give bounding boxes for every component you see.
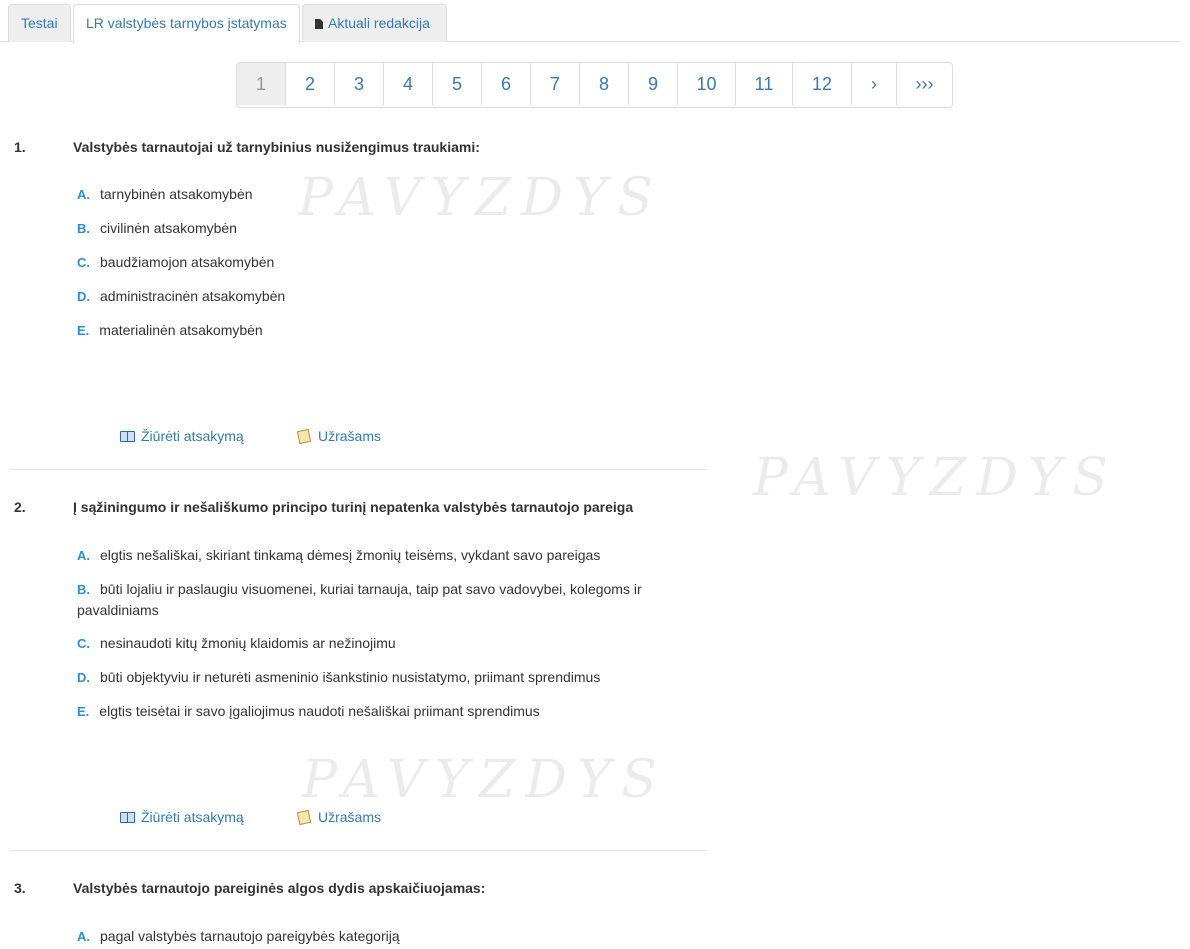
answer-option-a[interactable]: A. tarnybinėn atsakomybėn: [77, 184, 677, 205]
view-answer-link[interactable]: Žiūrėti atsakymą: [120, 428, 244, 444]
answer-option-c[interactable]: C. nesinaudoti kitų žmonių klaidomis ar n…: [77, 633, 677, 654]
tab-label: Aktuali redakcija: [328, 15, 430, 31]
divider: [10, 850, 707, 851]
answer-option-b[interactable]: B. civilinėn atsakomybėn: [77, 218, 677, 239]
notes-label: Užrašams: [318, 428, 382, 444]
option-text: pagal valstybės tarnautojo pareigybės ka…: [100, 928, 400, 944]
answer-option-e[interactable]: E. materialinėn atsakomybėn: [77, 320, 677, 341]
option-text: būti lojaliu ir paslaugiu visuomenei, ku…: [77, 581, 642, 618]
tab-label: LR valstybės tarnybos įstatymas: [86, 15, 287, 31]
notes-label: Užrašams: [318, 809, 382, 825]
option-letter: C.: [77, 636, 90, 651]
option-text: nesinaudoti kitų žmonių klaidomis ar než…: [100, 635, 396, 651]
view-answer-label: Žiūrėti atsakymą: [141, 809, 244, 825]
option-text: elgtis nešališkai, skiriant tinkamą dėme…: [100, 547, 601, 563]
divider: [10, 469, 707, 470]
page-link-5[interactable]: 5: [432, 63, 481, 105]
page-link-4[interactable]: 4: [383, 63, 432, 105]
answer-option-b[interactable]: B. būti lojaliu ir paslaugiu visuomenei, …: [77, 579, 667, 620]
page-link-10[interactable]: 10: [677, 63, 735, 105]
option-letter: D.: [77, 289, 90, 304]
page-link-7[interactable]: 7: [530, 63, 579, 105]
next-page-button[interactable]: ›: [851, 63, 896, 105]
option-letter: A.: [77, 929, 90, 944]
answer-option-d[interactable]: D. administracinėn atsakomybėn: [77, 286, 677, 307]
page-link-6[interactable]: 6: [481, 63, 530, 105]
tab-aktuali-redakcija[interactable]: Aktuali redakcija: [302, 4, 447, 42]
option-text: materialinėn atsakomybėn: [99, 322, 263, 338]
question-number: 1.: [14, 139, 26, 155]
answer-option-c[interactable]: C. baudžiamojon atsakomybėn: [77, 252, 677, 273]
option-letter: E.: [77, 323, 90, 338]
page-link-12[interactable]: 12: [792, 63, 851, 105]
pagination: 1 2 3 4 5 6 7 8 9 10 11 12 › ›››: [236, 62, 953, 108]
question-text: Į sąžiningumo ir nešališkumo principo tu…: [73, 499, 634, 515]
option-letter: B.: [77, 582, 90, 597]
option-letter: B.: [77, 221, 90, 236]
view-answer-label: Žiūrėti atsakymą: [141, 428, 244, 444]
option-letter: E.: [77, 704, 90, 719]
page-link-1[interactable]: 1: [237, 63, 285, 105]
tab-bar: Testai LR valstybės tarnybos įstatymas A…: [0, 0, 1180, 43]
question-number: 3.: [14, 880, 26, 896]
option-text: būti objektyviu ir neturėti asmeninio iš…: [100, 669, 601, 685]
option-text: tarnybinėn atsakomybėn: [100, 186, 253, 202]
notepad-icon: [296, 428, 312, 445]
option-text: administracinėn atsakomybėn: [100, 288, 286, 304]
notes-link[interactable]: Užrašams: [296, 428, 382, 445]
option-text: elgtis teisėtai ir savo įgaliojimus naud…: [99, 703, 540, 719]
tab-lr-valstybes-tarnybos-istatymas[interactable]: LR valstybės tarnybos įstatymas: [73, 4, 300, 43]
option-text: baudžiamojon atsakomybėn: [100, 254, 275, 270]
notepad-icon: [296, 809, 312, 826]
page-link-8[interactable]: 8: [579, 63, 628, 105]
option-letter: A.: [77, 187, 90, 202]
answer-option-d[interactable]: D. būti objektyviu ir neturėti asmeninio …: [77, 667, 677, 688]
watermark: PAVYZDYS: [302, 750, 667, 810]
watermark: PAVYZDYS: [753, 448, 1118, 508]
page-link-3[interactable]: 3: [334, 63, 383, 105]
option-letter: C.: [77, 255, 90, 270]
document-icon: [315, 19, 323, 29]
option-letter: A.: [77, 548, 90, 563]
answer-option-a[interactable]: A. pagal valstybės tarnautojo pareigybės …: [77, 926, 677, 947]
tab-testai[interactable]: Testai: [8, 4, 71, 42]
answer-option-a[interactable]: A. elgtis nešališkai, skiriant tinkamą dė…: [77, 545, 677, 566]
option-text: civilinėn atsakomybėn: [100, 220, 237, 236]
question-text: Valstybės tarnautojai už tarnybinius nus…: [73, 139, 480, 155]
book-icon: [120, 812, 135, 823]
question-text: Valstybės tarnautojo pareiginės algos dy…: [73, 880, 486, 896]
page-link-9[interactable]: 9: [628, 63, 677, 105]
question-number: 2.: [14, 499, 26, 515]
notes-link[interactable]: Užrašams: [296, 809, 382, 826]
answer-option-e[interactable]: E. elgtis teisėtai ir savo įgaliojimus na…: [77, 701, 677, 722]
page-link-11[interactable]: 11: [735, 63, 792, 105]
view-answer-link[interactable]: Žiūrėti atsakymą: [120, 809, 244, 825]
page-link-2[interactable]: 2: [285, 63, 334, 105]
last-page-button[interactable]: ›››: [896, 63, 952, 105]
book-icon: [120, 431, 135, 442]
tab-label: Testai: [21, 15, 58, 31]
option-letter: D.: [77, 670, 90, 685]
